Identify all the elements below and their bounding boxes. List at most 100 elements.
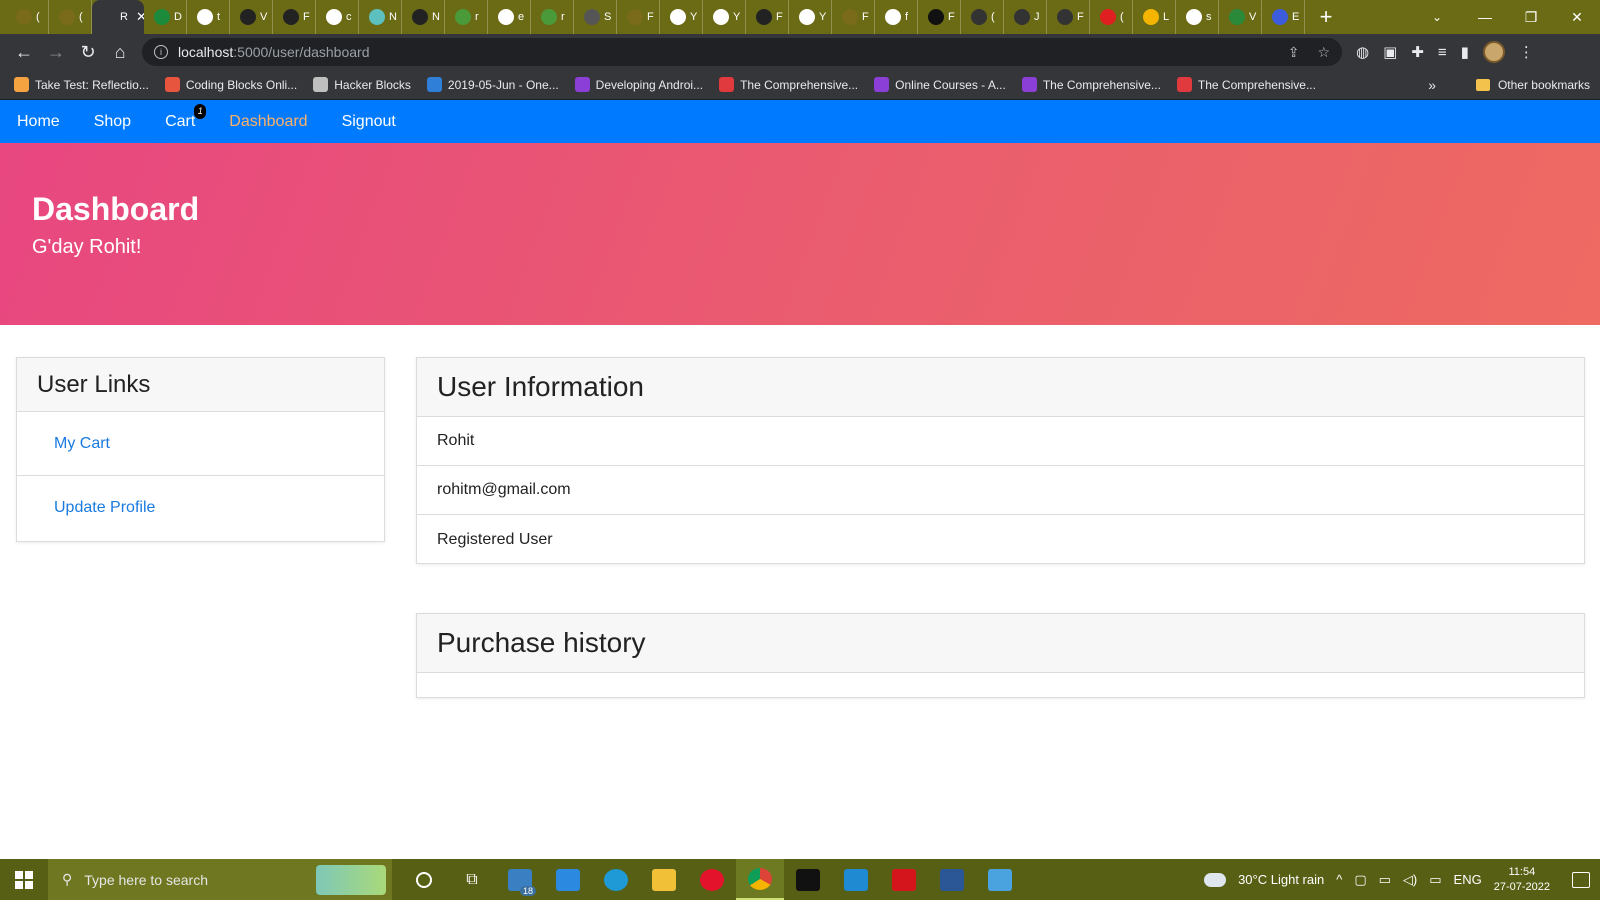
tray-chevron-icon[interactable]: ^ [1336,872,1342,887]
clock[interactable]: 11:54 27-07-2022 [1494,865,1550,895]
other-bookmarks[interactable]: Other bookmarks [1475,78,1590,92]
address-bar[interactable]: i localhost:5000/user/dashboard ⇪ ☆ [142,38,1342,66]
my-cart-link[interactable]: My Cart [17,412,384,476]
update-profile-link[interactable]: Update Profile [17,476,384,540]
bookmark-item[interactable]: Coding Blocks Onli... [164,77,297,92]
home-icon[interactable]: ⌂ [104,36,136,68]
close-window-icon[interactable]: ✕ [1554,9,1600,26]
tab-close-icon[interactable]: ✕ [136,9,144,25]
network-icon[interactable]: ▭ [1379,872,1391,888]
nav-shop[interactable]: Shop [94,113,131,131]
browser-tab[interactable]: F [617,0,660,34]
browser-tab[interactable]: F [832,0,875,34]
site-info-icon[interactable]: i [154,45,168,59]
extension-icon[interactable]: ▣ [1383,43,1397,61]
chrome-icon[interactable] [736,859,784,900]
share-icon[interactable]: ⇪ [1288,44,1300,61]
language-indicator[interactable]: ENG [1454,872,1482,887]
nav-dashboard[interactable]: Dashboard [229,113,307,131]
back-icon[interactable]: ← [8,36,40,68]
tray-meet-icon[interactable]: ▢ [1354,872,1366,888]
browser-tab[interactable]: F [918,0,961,34]
reading-list-icon[interactable]: ≡ [1438,44,1447,61]
browser-tab[interactable]: ( [49,0,92,34]
edge-icon[interactable] [592,859,640,900]
browser-tab[interactable]: Y [660,0,703,34]
url-host: localhost [178,44,234,60]
notifications-icon[interactable] [1572,871,1590,888]
tab-title: r [475,11,479,23]
restore-icon[interactable]: ❐ [1508,9,1554,26]
bookmark-item[interactable]: Take Test: Reflectio... [14,77,149,92]
browser-tab[interactable]: t [187,0,230,34]
task-view-icon[interactable]: ⧉ [448,859,496,900]
puzzle-icon[interactable]: ✚ [1411,43,1424,61]
terminal-icon[interactable] [784,859,832,900]
nav-home[interactable]: Home [17,113,60,131]
weather-text[interactable]: 30°C Light rain [1238,872,1324,887]
browser-tab[interactable]: R ✕ [92,0,144,34]
browser-tab[interactable]: V [230,0,273,34]
browser-tab[interactable]: F [746,0,789,34]
minimize-icon[interactable]: — [1462,9,1508,25]
browser-tab[interactable]: F [1047,0,1090,34]
browser-tab[interactable]: Y [789,0,832,34]
acrobat-icon[interactable] [880,859,928,900]
bookmark-item[interactable]: The Comprehensive... [1176,77,1316,92]
browser-tab[interactable]: c [316,0,359,34]
bookmarks-overflow-icon[interactable]: » [1428,77,1436,93]
browser-tab[interactable]: ( [1090,0,1133,34]
bookmark-item[interactable]: The Comprehensive... [719,77,858,92]
file-explorer-icon[interactable] [640,859,688,900]
remote-desktop-icon[interactable] [976,859,1024,900]
browser-tab[interactable]: r [445,0,488,34]
browser-tab[interactable]: Y [703,0,746,34]
browser-tab[interactable]: s [1176,0,1219,34]
taskbar-search[interactable]: ⚲ Type here to search [48,859,392,900]
tab-title: N [389,11,397,23]
bookmark-item[interactable]: Online Courses - A... [874,77,1006,92]
browser-tab[interactable]: E [1262,0,1305,34]
browser-tab[interactable]: F [273,0,316,34]
nav-signout[interactable]: Signout [342,113,396,131]
tab-search-icon[interactable]: ⌄ [1412,10,1462,24]
side-panel-icon[interactable]: ▮ [1461,43,1469,61]
browser-tab[interactable]: N [402,0,445,34]
tab-title: J [1034,11,1040,23]
forward-icon[interactable]: → [40,36,72,68]
profile-avatar[interactable] [1482,41,1505,63]
menu-icon[interactable]: ⋮ [1519,43,1534,61]
start-button[interactable] [0,859,48,900]
new-tab-button[interactable]: + [1309,0,1343,34]
browser-tab[interactable]: L [1133,0,1176,34]
vscode-icon[interactable] [832,859,880,900]
opera-icon[interactable] [688,859,736,900]
tab-title: S [604,11,612,23]
browser-tab[interactable]: ( [6,0,49,34]
cortana-icon[interactable] [400,859,448,900]
bookmark-star-icon[interactable]: ☆ [1317,44,1330,61]
mail-icon[interactable]: 18 [496,859,544,900]
bookmark-item[interactable]: The Comprehensive... [1021,77,1161,92]
browser-tab[interactable]: V [1219,0,1262,34]
browser-toolbar: ← → ↻ ⌂ i localhost:5000/user/dashboard … [0,34,1600,70]
browser-tab[interactable]: ( [961,0,1004,34]
word-icon[interactable] [928,859,976,900]
store-icon[interactable] [544,859,592,900]
browser-tab[interactable]: S [574,0,617,34]
browser-tab[interactable]: D [144,0,187,34]
bookmark-label: Take Test: Reflectio... [35,77,149,92]
volume-icon[interactable]: ◁) [1403,872,1417,888]
display-icon[interactable]: ▭ [1429,872,1441,888]
browser-tab[interactable]: r [531,0,574,34]
bookmark-item[interactable]: 2019-05-Jun - One... [426,77,559,92]
nav-cart[interactable]: Cart 1 [165,103,207,131]
browser-tab[interactable]: f [875,0,918,34]
bookmark-item[interactable]: Hacker Blocks [313,77,411,92]
browser-tab[interactable]: N [359,0,402,34]
browser-tab[interactable]: J [1004,0,1047,34]
globe-extension-icon[interactable]: ◍ [1356,43,1369,61]
bookmark-item[interactable]: Developing Androi... [574,77,703,92]
reload-icon[interactable]: ↻ [72,36,104,68]
browser-tab[interactable]: e [488,0,531,34]
